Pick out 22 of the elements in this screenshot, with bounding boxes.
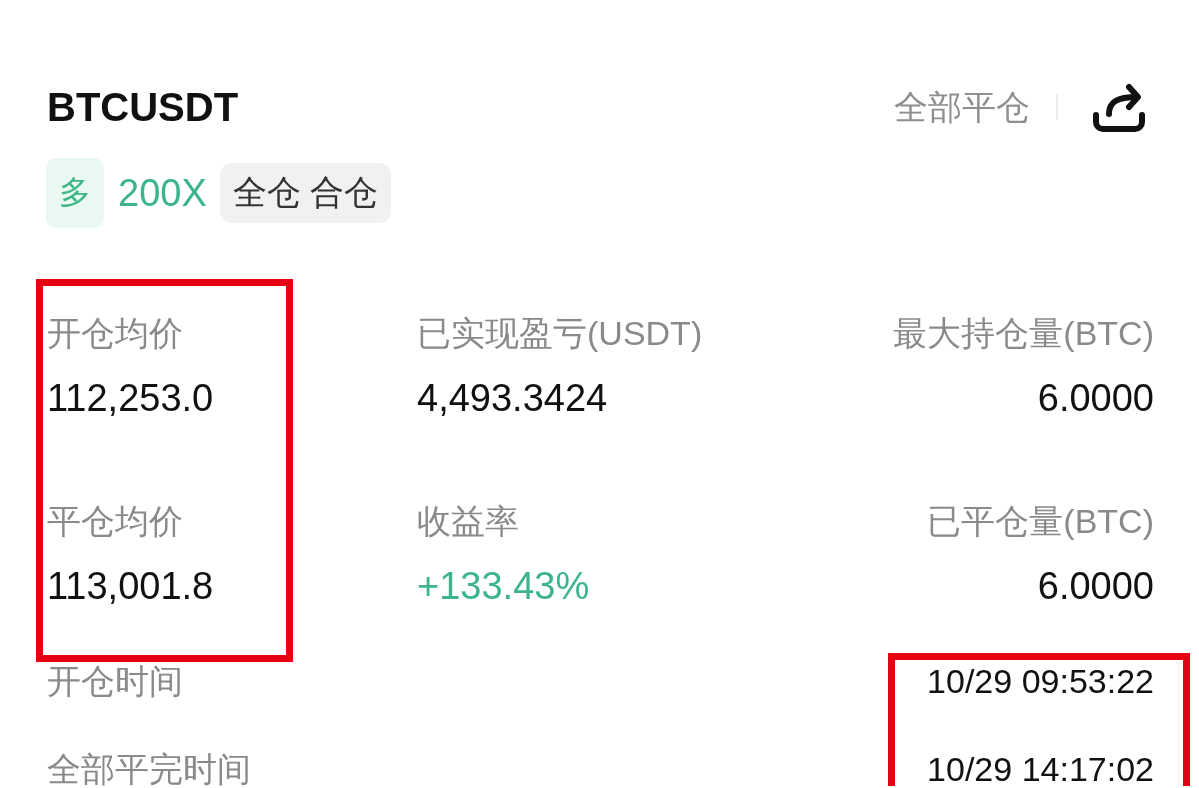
leverage-label: 200X (118, 171, 207, 215)
stat-value: +133.43% (417, 564, 591, 608)
time-label: 开仓时间 (47, 664, 184, 698)
stat-value: 6.0000 (1037, 564, 1154, 608)
stat-value: 4,493.3424 (417, 376, 609, 420)
time-value: 10/29 14:17:02 (927, 752, 1154, 786)
stat-label: 开仓均价 (47, 313, 184, 354)
side-tag: 多 (46, 158, 104, 228)
stat-value: 113,001.8 (47, 564, 215, 608)
margin-mode-tag: 全仓 合仓 (219, 163, 392, 223)
close-all-button[interactable]: 全部平仓 (894, 85, 1030, 129)
stat-label: 已平仓量(BTC) (927, 501, 1154, 542)
stat-label: 最大持仓量(BTC) (893, 313, 1154, 354)
stat-label: 已实现盈亏(USDT) (417, 313, 704, 354)
stat-value: 6.0000 (1037, 376, 1154, 420)
time-label: 全部平完时间 (47, 752, 251, 786)
stat-label: 收益率 (417, 501, 520, 542)
stat-value: 112,253.0 (47, 376, 215, 420)
time-value: 10/29 09:53:22 (927, 664, 1154, 698)
stat-label: 平仓均价 (47, 501, 184, 542)
share-icon[interactable] (1092, 81, 1146, 133)
symbol-title: BTCUSDT (47, 84, 239, 131)
